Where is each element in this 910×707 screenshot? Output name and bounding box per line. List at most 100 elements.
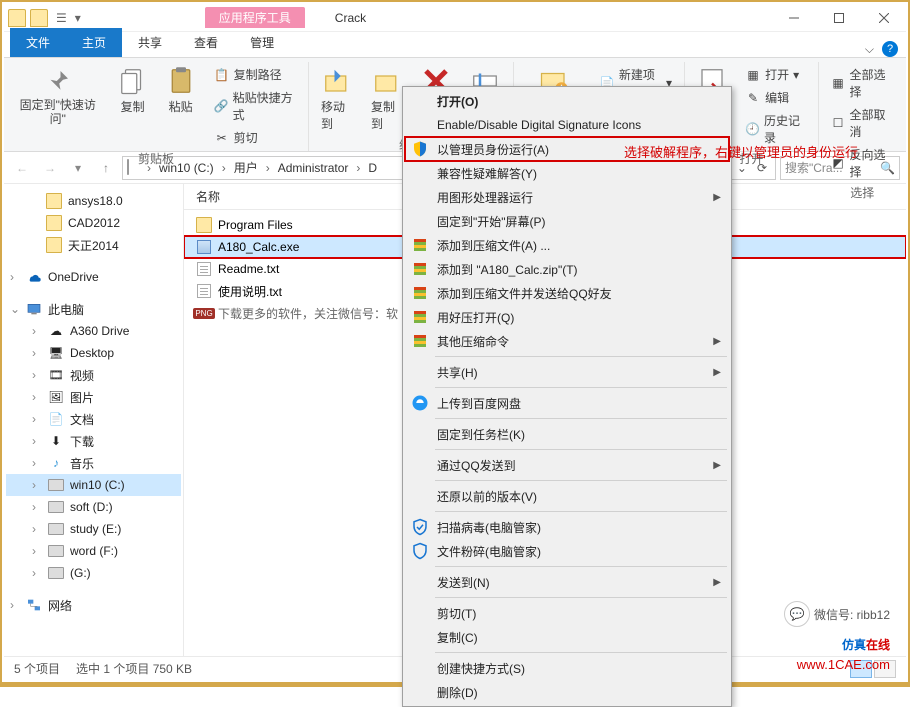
ctx-shred[interactable]: 文件粉碎(电脑管家): [405, 539, 729, 563]
paste-shortcut-button[interactable]: 🔗粘贴快捷方式: [210, 87, 300, 125]
archive-icon: [411, 236, 429, 254]
nav-downloads[interactable]: ›⬇下载: [6, 430, 181, 452]
group-clipboard-label: 剪贴板: [138, 148, 174, 167]
minimize-button[interactable]: [771, 4, 816, 31]
ctx-add-zip[interactable]: 添加到 "A180_Calc.zip"(T): [405, 257, 729, 281]
ctx-copy[interactable]: 复制(C): [405, 625, 729, 649]
shred-icon: [411, 542, 429, 560]
item-count: 5 个项目: [14, 660, 60, 677]
nav-music[interactable]: ›♪音乐: [6, 452, 181, 474]
archive-icon: [411, 284, 429, 302]
nav-desktop[interactable]: ›🖥Desktop: [6, 342, 181, 364]
ctx-add-qq[interactable]: 添加到压缩文件并发送给QQ好友: [405, 281, 729, 305]
pictures-icon: 🖼: [48, 389, 64, 405]
tab-manage[interactable]: 管理: [234, 28, 290, 57]
txt-icon: [196, 283, 212, 299]
ctx-restore[interactable]: 还原以前的版本(V): [405, 484, 729, 508]
ctx-pin-taskbar[interactable]: 固定到任务栏(K): [405, 422, 729, 446]
tab-home[interactable]: 主页: [66, 28, 122, 57]
ctx-other-zip[interactable]: 其他压缩命令▶: [405, 329, 729, 353]
ctx-share[interactable]: 共享(H)▶: [405, 360, 729, 384]
nav-network[interactable]: ›网络: [6, 594, 181, 616]
close-button[interactable]: [861, 4, 906, 31]
breadcrumb-item[interactable]: 用户: [230, 157, 262, 178]
copy-path-button[interactable]: 📋复制路径: [210, 64, 300, 85]
nav-forward-button[interactable]: →: [38, 156, 62, 180]
navigation-pane[interactable]: ansys18.0 CAD2012 天正2014 ›OneDrive ⌄此电脑 …: [4, 184, 184, 656]
shield-icon: [411, 140, 429, 158]
cut-icon: ✂: [214, 130, 230, 146]
maximize-button[interactable]: [816, 4, 861, 31]
ctx-cut[interactable]: 剪切(T): [405, 601, 729, 625]
ctx-run-graphics[interactable]: 用图形处理器运行▶: [405, 185, 729, 209]
select-none-button[interactable]: ☐全部取消: [827, 104, 898, 142]
ctx-scan[interactable]: 扫描病毒(电脑管家): [405, 515, 729, 539]
move-to-button[interactable]: 移动到: [317, 64, 357, 134]
music-icon: ♪: [48, 455, 64, 471]
nav-drive-f[interactable]: ›word (F:): [6, 540, 181, 562]
submenu-arrow-icon: ▶: [713, 577, 721, 588]
copy-icon: [118, 66, 148, 96]
tab-view[interactable]: 查看: [178, 28, 234, 57]
tab-share[interactable]: 共享: [122, 28, 178, 57]
qat-dropdown-icon[interactable]: ▾: [75, 11, 85, 25]
help-icon[interactable]: ?: [882, 41, 898, 57]
breadcrumb-item[interactable]: D: [364, 159, 381, 177]
open-icon: ▦: [745, 67, 761, 83]
qat-properties-icon[interactable]: ☰: [52, 9, 71, 27]
folder-icon: [196, 217, 212, 233]
quick-access-toolbar: ☰ ▾: [4, 9, 85, 27]
network-icon: [26, 597, 42, 613]
copy-to-button[interactable]: 复制到: [367, 64, 407, 134]
baidu-icon: [411, 394, 429, 412]
paste-button[interactable]: 粘贴: [162, 64, 200, 117]
ctx-add-archive[interactable]: 添加到压缩文件(A) ...: [405, 233, 729, 257]
nav-folder-tianzheng[interactable]: 天正2014: [6, 234, 181, 256]
nav-drive-g[interactable]: ›(G:): [6, 562, 181, 584]
breadcrumb-item[interactable]: Administrator: [274, 159, 353, 177]
nav-folder-cad[interactable]: CAD2012: [6, 212, 181, 234]
ctx-open[interactable]: 打开(O): [405, 89, 729, 113]
ctx-troubleshoot[interactable]: 兼容性疑难解答(Y): [405, 161, 729, 185]
select-all-button[interactable]: ▦全部选择: [827, 64, 898, 102]
ctx-pin-start[interactable]: 固定到"开始"屏幕(P): [405, 209, 729, 233]
ctx-send-qq[interactable]: 通过QQ发送到▶: [405, 453, 729, 477]
nav-onedrive[interactable]: ›OneDrive: [6, 266, 181, 288]
nav-this-pc[interactable]: ⌄此电脑: [6, 298, 181, 320]
nav-drive-e[interactable]: ›study (E:): [6, 518, 181, 540]
separator: [435, 566, 727, 567]
selall-icon: ▦: [831, 75, 846, 91]
open-button[interactable]: ▦打开▾: [741, 64, 810, 85]
ctx-send-to[interactable]: 发送到(N)▶: [405, 570, 729, 594]
nav-back-button[interactable]: ←: [10, 156, 34, 180]
pin-quick-access-button[interactable]: 固定到"快速访问": [12, 64, 104, 129]
selection-info: 选中 1 个项目 750 KB: [76, 660, 192, 677]
ctx-signature[interactable]: Enable/Disable Digital Signature Icons: [405, 113, 729, 137]
cut-button[interactable]: ✂剪切: [210, 127, 300, 148]
copy-button[interactable]: 复制: [114, 64, 152, 117]
ctx-delete[interactable]: 删除(D): [405, 680, 729, 704]
context-menu: 打开(O) Enable/Disable Digital Signature I…: [402, 86, 732, 707]
nav-documents[interactable]: ›📄文档: [6, 408, 181, 430]
nav-recent-button[interactable]: ▾: [66, 156, 90, 180]
separator: [435, 449, 727, 450]
nav-pictures[interactable]: ›🖼图片: [6, 386, 181, 408]
nav-up-button[interactable]: ↑: [94, 156, 118, 180]
ctx-shortcut[interactable]: 创建快捷方式(S): [405, 656, 729, 680]
nav-a360[interactable]: ›☁A360 Drive: [6, 320, 181, 342]
qat-new-folder-icon[interactable]: [30, 9, 48, 27]
ctx-baidu[interactable]: 上传到百度网盘: [405, 391, 729, 415]
edit-button[interactable]: ✎编辑: [741, 87, 810, 108]
desktop-icon: 🖥: [48, 345, 64, 361]
selnone-icon: ☐: [831, 115, 846, 131]
nav-folder-ansys[interactable]: ansys18.0: [6, 190, 181, 212]
paste-icon: [166, 66, 196, 96]
nav-videos[interactable]: ›🎞视频: [6, 364, 181, 386]
archive-icon: [411, 332, 429, 350]
tab-file[interactable]: 文件: [10, 28, 66, 57]
separator: [435, 480, 727, 481]
ribbon-collapse-icon[interactable]: ⌵: [865, 42, 874, 57]
nav-drive-d[interactable]: ›soft (D:): [6, 496, 181, 518]
nav-drive-c[interactable]: ›win10 (C:): [6, 474, 181, 496]
ctx-open-haozip[interactable]: 用好压打开(Q): [405, 305, 729, 329]
